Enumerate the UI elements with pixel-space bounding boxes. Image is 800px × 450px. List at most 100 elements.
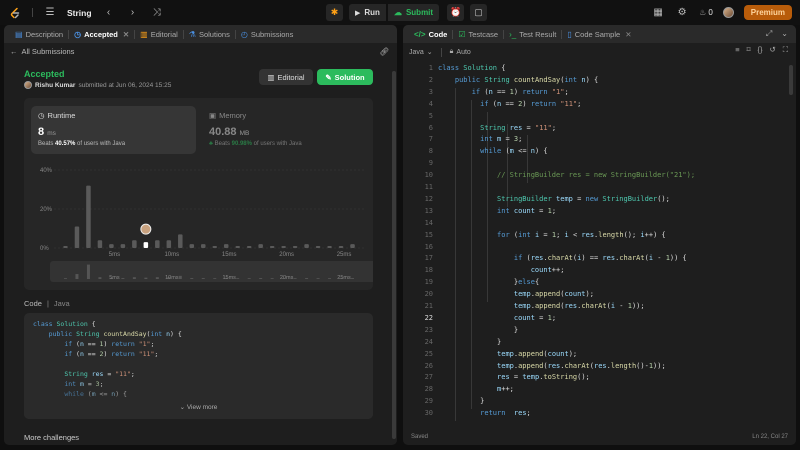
code-line[interactable]: StringBuilder temp = new StringBuilder()…	[438, 195, 670, 203]
streak-counter[interactable]: ♨ 0	[699, 8, 713, 17]
code-line[interactable]: int m = 3;	[438, 135, 522, 143]
debug-icon[interactable]: ✱	[326, 4, 343, 21]
submit-button[interactable]: ☁ Submit	[387, 4, 440, 21]
code-line[interactable]: count = 1;	[438, 314, 556, 322]
auto-mode-toggle[interactable]: 🔒︎ Auto	[450, 48, 471, 56]
code-line[interactable]: // StringBuilder res = new StringBuilder…	[438, 171, 695, 179]
user-name[interactable]: Rishu Kumar	[35, 82, 75, 89]
chart-bar[interactable]	[246, 246, 252, 248]
tab-code-sample[interactable]: ▯ Code Sample ✕	[562, 25, 636, 43]
chart-bar[interactable]	[327, 246, 332, 248]
problem-list-icon[interactable]: ☰	[43, 6, 57, 20]
code-line[interactable]: class Solution {	[438, 64, 505, 72]
runtime-distribution-chart[interactable]: 0% 20% 40% 5ms 10ms 15ms 20ms 25ms 5ms 10ms 15ms 20…	[24, 158, 373, 288]
code-preview[interactable]: class Solution { public String countAndS…	[24, 313, 373, 419]
chart-bar[interactable]	[97, 240, 103, 248]
code-line[interactable]: while (m <= n) {	[438, 147, 547, 155]
tab-testcase[interactable]: ☑ Testcase	[453, 25, 503, 43]
code-line[interactable]: if (n == 2) return "11";	[438, 100, 581, 108]
close-icon[interactable]: ✕	[625, 30, 631, 39]
format-icon[interactable]: ≡	[735, 45, 739, 55]
chart-bar[interactable]	[235, 246, 240, 248]
maximize-icon[interactable]: ⤢	[766, 29, 772, 39]
code-line[interactable]: public String countAndSay(int n) {	[438, 76, 598, 84]
problem-list-title[interactable]: String	[67, 8, 92, 18]
chart-bar[interactable]	[74, 226, 80, 248]
user-avatar[interactable]	[24, 81, 32, 89]
code-line[interactable]: for (int i = 1; i < res.length(); i++) {	[438, 231, 666, 239]
chart-bar[interactable]	[155, 240, 160, 248]
reset-icon[interactable]: ↺	[769, 45, 775, 55]
chart-bar[interactable]	[223, 244, 229, 248]
code-line[interactable]: m++;	[438, 385, 514, 393]
chart-bar[interactable]	[281, 246, 286, 248]
premium-button[interactable]: Premium	[743, 5, 792, 20]
close-icon[interactable]: ✕	[123, 30, 129, 39]
scrollbar[interactable]	[789, 65, 793, 95]
avatar[interactable]	[722, 7, 734, 18]
run-button[interactable]: ▶ Run	[349, 4, 386, 21]
leetcode-logo-icon[interactable]	[8, 6, 22, 20]
code-line[interactable]: temp.append(count);	[438, 350, 577, 358]
memory-card[interactable]: ▣ Memory 40.88 MB ♣ Beats 90.98% of user…	[207, 106, 367, 154]
solution-button[interactable]: ✎ Solution	[317, 69, 373, 85]
chart-bar[interactable]	[292, 246, 298, 248]
layout-grid-icon[interactable]: ▦	[651, 6, 665, 20]
back-to-submissions[interactable]: ← All Submissions	[10, 47, 74, 56]
chart-bar[interactable]	[189, 244, 195, 248]
link-icon[interactable]: 🔗︎	[379, 47, 389, 56]
chart-bar[interactable]	[166, 240, 172, 248]
chart-bar[interactable]	[269, 246, 275, 248]
code-line[interactable]: temp.append(res.charAt(res.length()-1));	[438, 362, 666, 370]
editorial-button[interactable]: ▥ Editorial	[259, 69, 313, 85]
chart-bar[interactable]	[143, 242, 149, 248]
code-line[interactable]: return res;	[438, 409, 531, 417]
chart-bar[interactable]	[212, 246, 217, 248]
view-more-button[interactable]: ⌄ View more	[24, 403, 373, 411]
code-line[interactable]: if (n == 1) return "1";	[438, 88, 569, 96]
code-line[interactable]: }	[438, 338, 501, 346]
tab-test-result[interactable]: ›_ Test Result	[504, 25, 561, 43]
chart-bar[interactable]	[315, 246, 321, 248]
fullscreen-icon[interactable]: ⛶	[783, 45, 788, 55]
code-line[interactable]: if (res.charAt(i) == res.charAt(i - 1)) …	[438, 254, 687, 262]
code-line[interactable]: String res = "11";	[438, 124, 556, 132]
chart-bar[interactable]	[63, 246, 68, 248]
code-line[interactable]: int count = 1;	[438, 207, 556, 215]
code-line[interactable]: }else{	[438, 278, 539, 286]
tab-code[interactable]: </> Code	[409, 25, 452, 43]
code-line[interactable]: temp.append(res.charAt(i - 1));	[438, 302, 645, 310]
shuffle-icon[interactable]: ⤨	[150, 6, 164, 20]
chart-bar[interactable]	[350, 244, 355, 248]
tab-description[interactable]: ▤ Description	[10, 25, 68, 43]
chart-bar[interactable]	[258, 244, 263, 248]
tab-solutions[interactable]: ⚗ Solutions	[184, 25, 235, 43]
tab-accepted[interactable]: ◷ Accepted ✕	[69, 25, 134, 43]
note-icon[interactable]: ▢	[470, 4, 488, 21]
chart-bar[interactable]	[178, 234, 183, 248]
chart-bar[interactable]	[338, 246, 344, 248]
code-line[interactable]: }	[438, 326, 518, 334]
gear-icon[interactable]: ⚙	[675, 6, 689, 20]
chart-bar[interactable]	[120, 244, 126, 248]
alarm-clock-icon[interactable]: ⏰	[447, 4, 465, 21]
code-line[interactable]: res = temp.toString();	[438, 373, 590, 381]
braces-icon[interactable]: {}	[757, 45, 762, 55]
chart-bar[interactable]	[201, 244, 206, 248]
chart-bar[interactable]	[86, 185, 91, 248]
tab-submissions[interactable]: ◴ Submissions	[236, 25, 299, 43]
chevron-right-icon[interactable]: ›	[126, 6, 140, 20]
code-line[interactable]: temp.append(count);	[438, 290, 594, 298]
code-line[interactable]: }	[438, 397, 484, 405]
chart-bar[interactable]	[304, 244, 309, 248]
code-line[interactable]: count++;	[438, 266, 565, 274]
chart-bar[interactable]	[132, 240, 137, 248]
chart-bar[interactable]	[109, 244, 114, 248]
code-editor[interactable]: 1 class Solution {2 public String countAn…	[403, 61, 796, 425]
runtime-card[interactable]: ◷ Runtime 8 ms Beats 40.57% of users wit…	[31, 106, 196, 154]
bookmark-icon[interactable]: ⌑	[747, 45, 751, 55]
scrollbar[interactable]	[392, 71, 396, 439]
language-select[interactable]: Java ⌄	[409, 48, 433, 57]
tab-editorial[interactable]: ▥ Editorial	[135, 25, 183, 43]
chevron-left-icon[interactable]: ‹	[102, 6, 116, 20]
